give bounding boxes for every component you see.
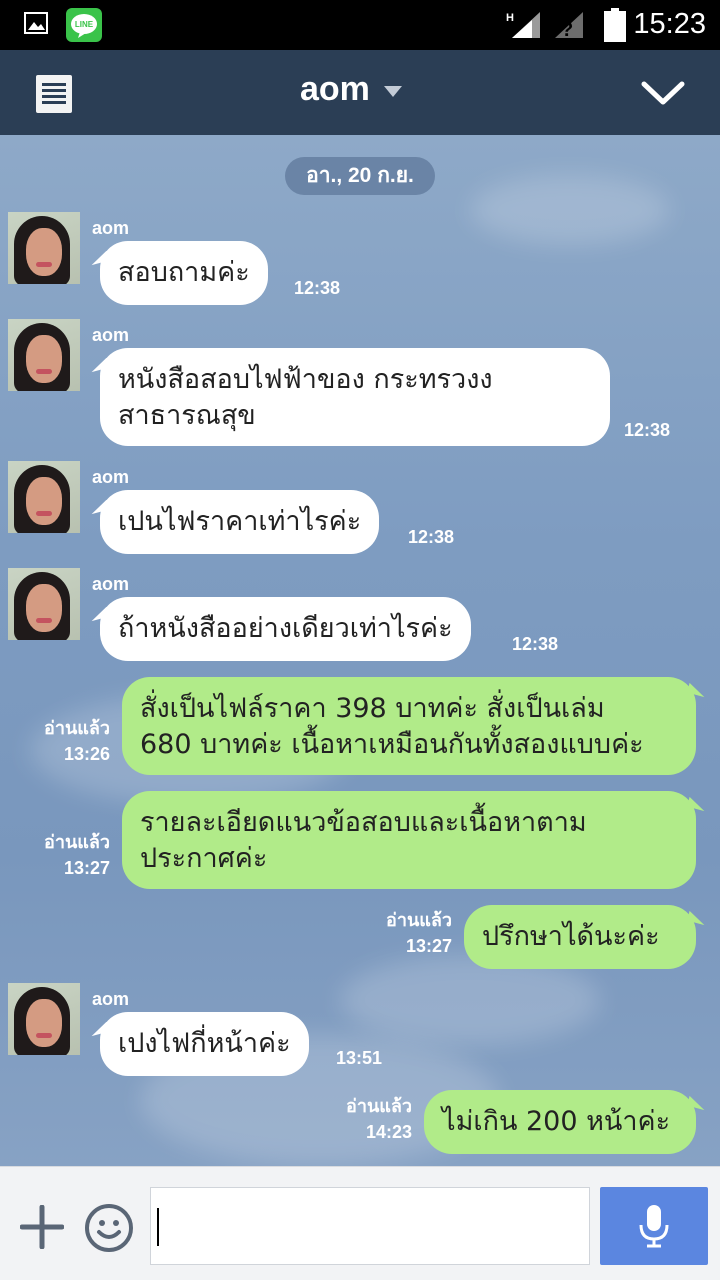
- status-bar: LINE H ? 15:23: [0, 0, 720, 50]
- image-icon: [24, 11, 48, 39]
- read-receipt: อ่านแล้ว 14:23: [346, 1093, 412, 1145]
- sender-avatar[interactable]: [8, 319, 80, 391]
- emoji-icon[interactable]: [84, 1203, 134, 1257]
- message-text: เปงไฟกี่หน้าค่ะ: [118, 1028, 291, 1059]
- read-label: อ่านแล้ว: [386, 910, 452, 930]
- sender-avatar[interactable]: [8, 212, 80, 284]
- date-separator: อา., 20 ก.ย.: [285, 157, 435, 195]
- message-bubble[interactable]: ปรึกษาได้นะค่ะ: [464, 905, 696, 969]
- sender-avatar[interactable]: [8, 568, 80, 640]
- chat-header: aom: [0, 50, 720, 135]
- message-text: เปนไฟราคาเท่าไรค่ะ: [118, 506, 362, 537]
- sender-name: aom: [92, 218, 130, 238]
- message-text: สอบถามค่ะ: [118, 257, 250, 288]
- message-time: 13:27: [405, 936, 452, 956]
- sender-name: aom: [92, 325, 130, 345]
- read-label: อ่านแล้ว: [44, 718, 110, 738]
- message-text: 680 บาทค่ะ เนื้อหาเหมือนกันทั้งสองแบบค่ะ: [140, 729, 644, 760]
- message-time: 13:51: [336, 1048, 383, 1068]
- signal-h-icon: H: [506, 10, 542, 44]
- message-bubble[interactable]: รายละเอียดแนวข้อสอบและเนื้อหาตาม ประกาศค…: [122, 791, 696, 889]
- message-time: 12:38: [512, 634, 559, 654]
- sender-name: aom: [92, 989, 130, 1009]
- input-bar: [0, 1166, 720, 1280]
- text-cursor: [157, 1208, 159, 1246]
- message-bubble[interactable]: สอบถามค่ะ: [100, 241, 268, 305]
- message-time: 13:26: [63, 744, 110, 764]
- no-sim-icon: ?: [553, 10, 585, 44]
- message-text: หนังสือสอบไฟฟ้าของ กระทรวงง: [118, 364, 493, 395]
- message-text: รายละเอียดแนวข้อสอบและเนื้อหาตาม: [140, 807, 587, 838]
- plus-icon[interactable]: [19, 1204, 65, 1253]
- message-text: สั่งเป็นไฟล์ราคา 398 บาทค่ะ สั่งเป็นเล่ม: [140, 693, 605, 724]
- message-input-field[interactable]: [150, 1187, 590, 1265]
- message-bubble[interactable]: สั่งเป็นไฟล์ราคา 398 บาทค่ะ สั่งเป็นเล่ม…: [122, 677, 696, 775]
- message-time: 12:38: [294, 278, 341, 298]
- read-label: อ่านแล้ว: [44, 832, 110, 852]
- chat-area[interactable]: อา., 20 ก.ย. aom สอบถามค่ะ 12:38 aom หนั…: [0, 135, 720, 1166]
- read-receipt: อ่านแล้ว 13:27: [44, 829, 110, 881]
- message-time: 12:38: [408, 527, 455, 547]
- status-time: 15:23: [633, 8, 706, 40]
- message-text: ถ้าหนังสืออย่างเดียวเท่าไรค่ะ: [118, 613, 453, 644]
- microphone-button[interactable]: [600, 1187, 708, 1265]
- message-text: ประกาศค่ะ: [140, 843, 268, 874]
- message-bubble[interactable]: ไม่เกิน 200 หน้าค่ะ: [424, 1090, 696, 1154]
- svg-text:?: ?: [561, 19, 573, 40]
- message-bubble[interactable]: เปงไฟกี่หน้าค่ะ: [100, 1012, 309, 1076]
- svg-text:H: H: [506, 12, 514, 24]
- message-time: 13:27: [63, 858, 110, 878]
- sender-avatar[interactable]: [8, 983, 80, 1055]
- message-input[interactable]: [151, 1188, 589, 1264]
- message-bubble[interactable]: ถ้าหนังสืออย่างเดียวเท่าไรค่ะ: [100, 597, 471, 661]
- caret-down-icon[interactable]: [384, 86, 402, 97]
- line-app-icon: LINE: [66, 8, 102, 46]
- read-receipt: อ่านแล้ว 13:27: [386, 907, 452, 959]
- sender-name: aom: [92, 574, 130, 594]
- message-bubble[interactable]: หนังสือสอบไฟฟ้าของ กระทรวงง สาธารณสุข: [100, 348, 610, 446]
- message-bubble[interactable]: เปนไฟราคาเท่าไรค่ะ: [100, 490, 380, 554]
- sender-name: aom: [92, 467, 130, 487]
- read-label: อ่านแล้ว: [346, 1096, 412, 1116]
- microphone-icon: [639, 1205, 669, 1248]
- message-text: ไม่เกิน 200 หน้าค่ะ: [442, 1106, 671, 1137]
- message-time: 12:38: [624, 420, 671, 440]
- message-time: 14:23: [365, 1122, 412, 1142]
- battery-icon: [604, 8, 626, 46]
- menu-icon[interactable]: [36, 75, 72, 113]
- message-text: สาธารณสุข: [118, 400, 256, 431]
- sender-avatar[interactable]: [8, 461, 80, 533]
- read-receipt: อ่านแล้ว 13:26: [44, 715, 110, 767]
- chat-title[interactable]: aom: [300, 70, 370, 109]
- svg-text:LINE: LINE: [75, 20, 94, 29]
- message-text: ปรึกษาได้นะค่ะ: [482, 921, 660, 952]
- chevron-down-icon[interactable]: [640, 74, 686, 118]
